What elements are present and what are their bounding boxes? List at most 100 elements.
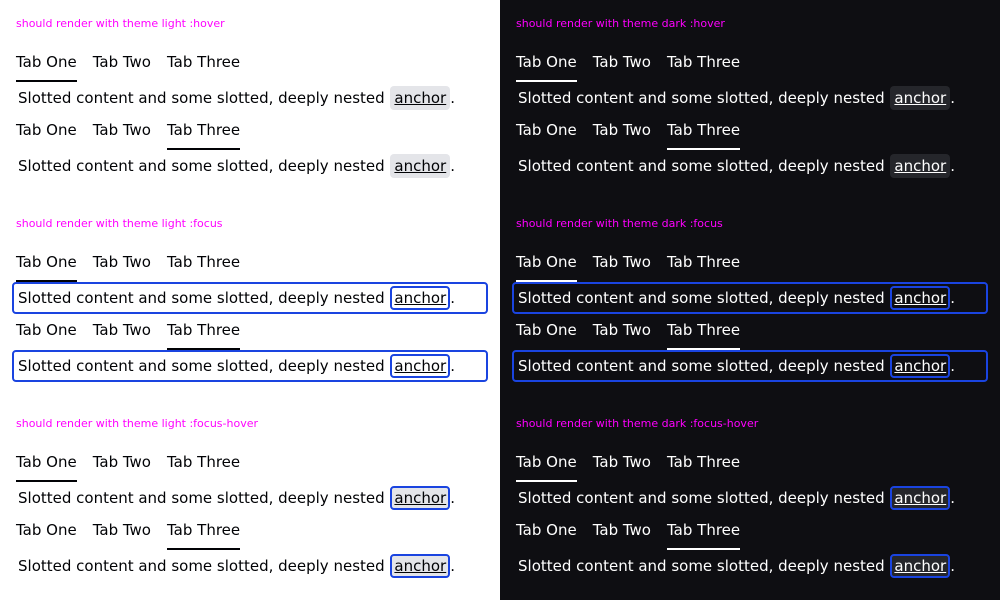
tab-tab-two[interactable]: Tab Two xyxy=(93,316,151,350)
tab-tab-three[interactable]: Tab Three xyxy=(167,248,240,282)
nested-anchor-link[interactable]: anchor xyxy=(890,486,951,510)
tabs-group: Tab One Tab Two Tab Three Slotted content a… xyxy=(512,514,988,582)
tab-tab-three[interactable]: Tab Three xyxy=(667,316,741,350)
tab-tab-two[interactable]: Tab Two xyxy=(593,516,651,550)
slotted-text: Slotted content and some slotted, deeply… xyxy=(18,557,390,575)
slotted-content: Slotted content and some slotted, deeply… xyxy=(512,150,988,182)
tab-tab-three[interactable]: Tab Three xyxy=(667,448,740,482)
slotted-suffix: . xyxy=(450,357,455,375)
slotted-content: Slotted content and some slotted, deeply… xyxy=(512,282,988,314)
nested-anchor-link[interactable]: anchor xyxy=(890,154,951,178)
slotted-text: Slotted content and some slotted, deeply… xyxy=(518,489,890,507)
tabs-group: Tab One Tab Two Tab Three Slotted content a… xyxy=(512,46,988,114)
tab-tab-two[interactable]: Tab Two xyxy=(593,48,651,82)
slotted-content: Slotted content and some slotted, deeply… xyxy=(12,150,488,182)
slotted-suffix: . xyxy=(950,157,955,175)
slotted-suffix: . xyxy=(950,357,955,375)
tab-tab-one[interactable]: Tab One xyxy=(516,448,577,482)
tab-tab-one[interactable]: Tab One xyxy=(16,116,77,150)
tab-tab-one[interactable]: Tab One xyxy=(16,516,77,550)
slotted-text: Slotted content and some slotted, deeply… xyxy=(518,157,890,175)
nested-anchor-link[interactable]: anchor xyxy=(390,486,451,510)
tab-tab-two[interactable]: Tab Two xyxy=(593,248,651,282)
nested-anchor-link[interactable]: anchor xyxy=(390,86,451,110)
section-dark-focus: should render with theme dark :focus Tab … xyxy=(512,200,988,400)
section-light-focus: should render with theme light :focus Tab… xyxy=(12,200,488,400)
tab-tab-one[interactable]: Tab One xyxy=(516,316,577,350)
tab-tab-three[interactable]: Tab Three xyxy=(667,116,741,150)
slotted-content: Slotted content and some slotted, deeply… xyxy=(512,350,988,382)
tab-bar: Tab One Tab Two Tab Three xyxy=(12,246,488,282)
slotted-text: Slotted content and some slotted, deeply… xyxy=(518,89,890,107)
tab-tab-three[interactable]: Tab Three xyxy=(667,248,740,282)
tab-bar: Tab One Tab Two Tab Three xyxy=(512,246,988,282)
slotted-text: Slotted content and some slotted, deeply… xyxy=(18,357,390,375)
tab-tab-two[interactable]: Tab Two xyxy=(93,48,151,82)
tab-tab-one[interactable]: Tab One xyxy=(16,316,77,350)
nested-anchor-link[interactable]: anchor xyxy=(890,554,951,578)
nested-anchor-link[interactable]: anchor xyxy=(890,354,951,378)
tab-tab-one[interactable]: Tab One xyxy=(516,248,577,282)
theme-column-light: should render with theme light :hover Tab… xyxy=(0,0,500,600)
slotted-text: Slotted content and some slotted, deeply… xyxy=(518,289,890,307)
tab-tab-three[interactable]: Tab Three xyxy=(167,316,241,350)
slotted-text: Slotted content and some slotted, deeply… xyxy=(18,489,390,507)
theme-column-dark: should render with theme dark :hover Tab … xyxy=(500,0,1000,600)
nested-anchor-link[interactable]: anchor xyxy=(390,154,451,178)
nested-anchor-link[interactable]: anchor xyxy=(890,286,951,310)
tab-tab-two[interactable]: Tab Two xyxy=(93,248,151,282)
tab-tab-three[interactable]: Tab Three xyxy=(167,48,240,82)
section-dark-hover: should render with theme dark :hover Tab … xyxy=(512,0,988,200)
slotted-suffix: . xyxy=(950,557,955,575)
section-caption: should render with theme light :focus xyxy=(16,217,223,230)
slotted-content: Slotted content and some slotted, deeply… xyxy=(512,482,988,514)
slotted-content: Slotted content and some slotted, deeply… xyxy=(12,350,488,382)
tab-tab-two[interactable]: Tab Two xyxy=(93,516,151,550)
slotted-suffix: . xyxy=(950,89,955,107)
tab-tab-one[interactable]: Tab One xyxy=(16,448,77,482)
tab-tab-two[interactable]: Tab Two xyxy=(593,448,651,482)
slotted-text: Slotted content and some slotted, deeply… xyxy=(18,157,390,175)
tab-tab-two[interactable]: Tab Two xyxy=(93,116,151,150)
tab-tab-one[interactable]: Tab One xyxy=(516,48,577,82)
tab-tab-one[interactable]: Tab One xyxy=(16,248,77,282)
section-dark-focus-hover: should render with theme dark :focus-hov… xyxy=(512,400,988,600)
tab-bar: Tab One Tab Two Tab Three xyxy=(12,514,488,550)
tab-tab-one[interactable]: Tab One xyxy=(516,516,577,550)
slotted-suffix: . xyxy=(450,157,455,175)
tab-bar: Tab One Tab Two Tab Three xyxy=(512,314,988,350)
nested-anchor-link[interactable]: anchor xyxy=(890,86,951,110)
slotted-suffix: . xyxy=(450,289,455,307)
slotted-suffix: . xyxy=(450,557,455,575)
tab-bar: Tab One Tab Two Tab Three xyxy=(12,46,488,82)
tab-tab-three[interactable]: Tab Three xyxy=(667,48,740,82)
tab-tab-three[interactable]: Tab Three xyxy=(167,448,240,482)
tabs-group: Tab One Tab Two Tab Three Slotted content a… xyxy=(12,314,488,382)
tabs-group: Tab One Tab Two Tab Three Slotted content a… xyxy=(12,46,488,114)
tab-tab-two[interactable]: Tab Two xyxy=(593,116,651,150)
tabs-group: Tab One Tab Two Tab Three Slotted content a… xyxy=(12,446,488,514)
slotted-content: Slotted content and some slotted, deeply… xyxy=(512,82,988,114)
tabs-group: Tab One Tab Two Tab Three Slotted content a… xyxy=(512,314,988,382)
tab-tab-three[interactable]: Tab Three xyxy=(167,116,241,150)
tab-tab-one[interactable]: Tab One xyxy=(16,48,77,82)
tab-tab-two[interactable]: Tab Two xyxy=(593,316,651,350)
section-light-hover: should render with theme light :hover Tab… xyxy=(12,0,488,200)
tab-bar: Tab One Tab Two Tab Three xyxy=(512,114,988,150)
slotted-content: Slotted content and some slotted, deeply… xyxy=(12,282,488,314)
nested-anchor-link[interactable]: anchor xyxy=(390,354,451,378)
slotted-text: Slotted content and some slotted, deeply… xyxy=(18,289,390,307)
slotted-content: Slotted content and some slotted, deeply… xyxy=(12,550,488,582)
slotted-text: Slotted content and some slotted, deeply… xyxy=(18,89,390,107)
tab-tab-three[interactable]: Tab Three xyxy=(667,516,741,550)
nested-anchor-link[interactable]: anchor xyxy=(390,286,451,310)
tab-tab-one[interactable]: Tab One xyxy=(516,116,577,150)
section-caption: should render with theme light :hover xyxy=(16,17,225,30)
slotted-suffix: . xyxy=(450,89,455,107)
tabs-group: Tab One Tab Two Tab Three Slotted content a… xyxy=(12,114,488,182)
tab-tab-two[interactable]: Tab Two xyxy=(93,448,151,482)
tab-bar: Tab One Tab Two Tab Three xyxy=(512,446,988,482)
tab-tab-three[interactable]: Tab Three xyxy=(167,516,241,550)
nested-anchor-link[interactable]: anchor xyxy=(390,554,451,578)
tab-bar: Tab One Tab Two Tab Three xyxy=(512,46,988,82)
